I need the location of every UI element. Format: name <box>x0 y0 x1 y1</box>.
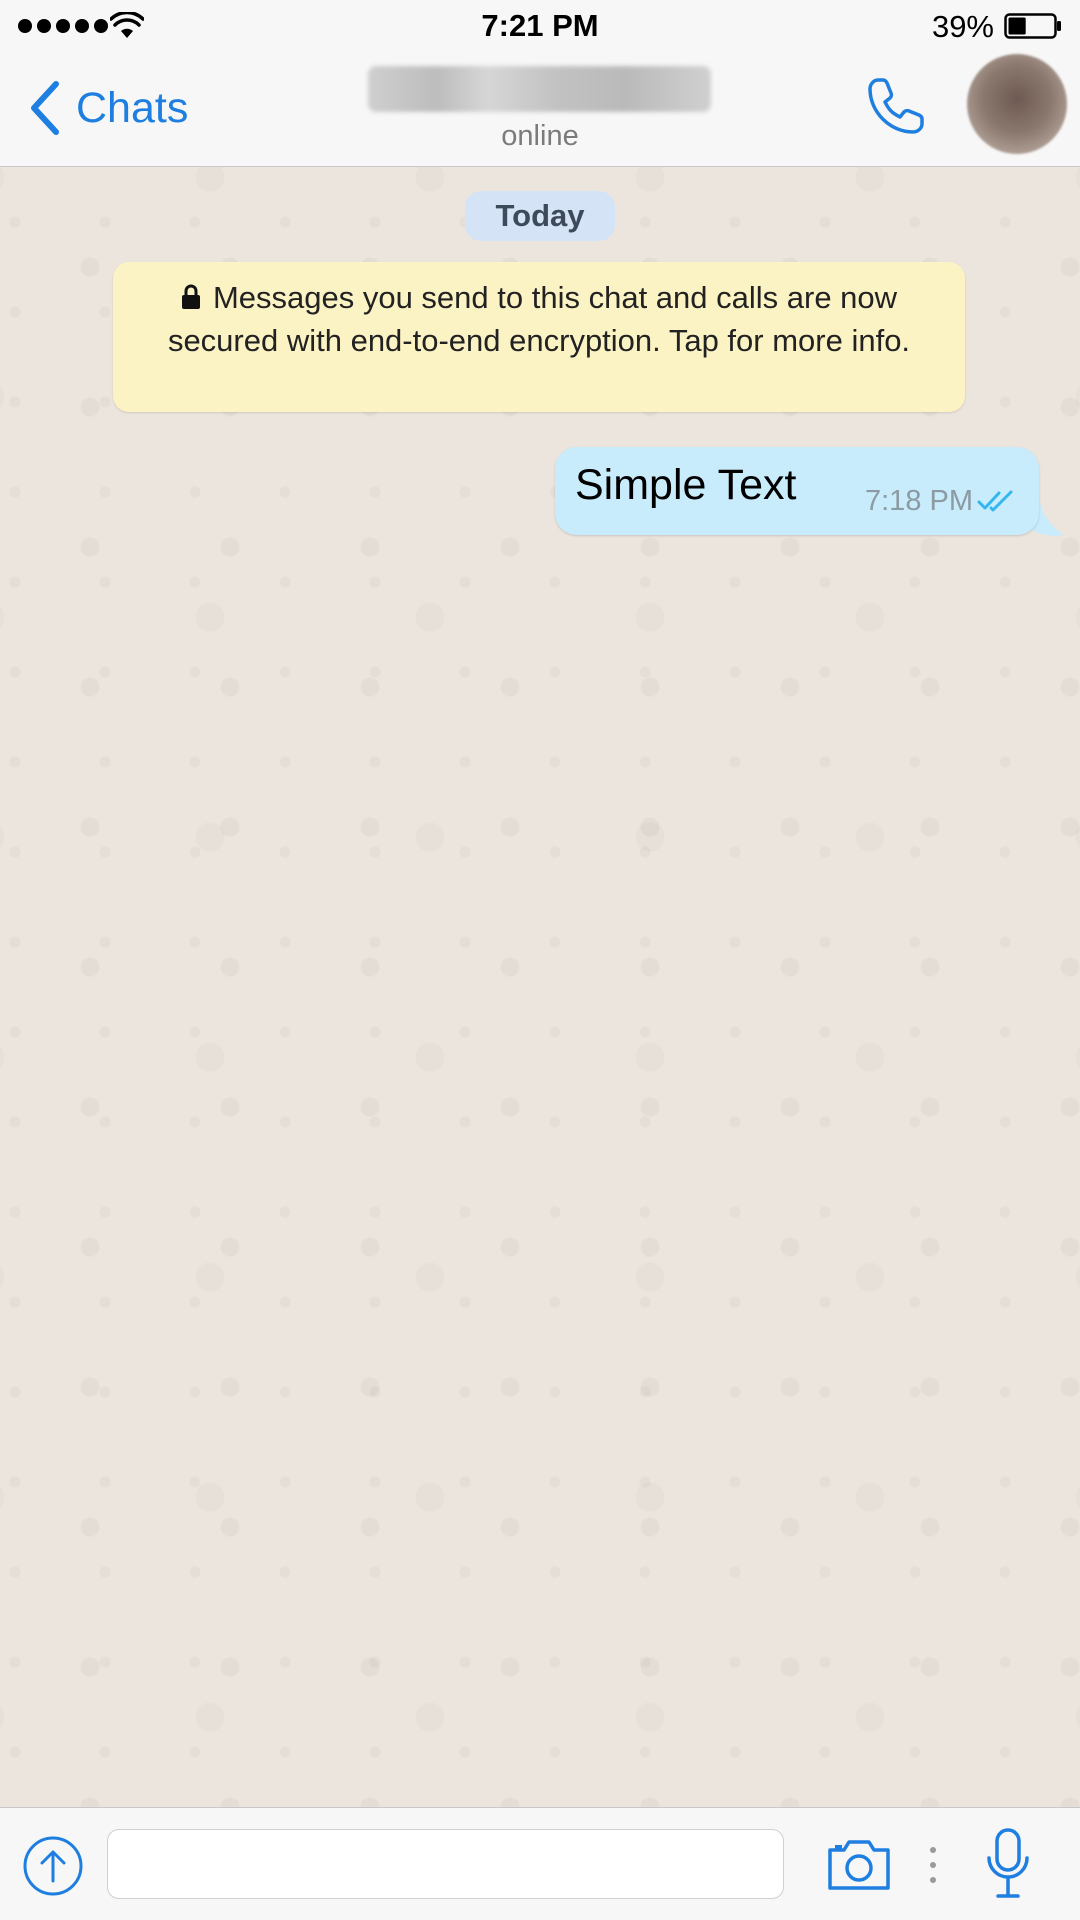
double-check-icon <box>977 490 1013 512</box>
microphone-icon[interactable] <box>985 1828 1031 1900</box>
phone-icon[interactable] <box>864 74 928 138</box>
message-text: Simple Text <box>575 461 797 509</box>
message-time: 7:18 PM <box>865 485 973 517</box>
status-time: 7:21 PM <box>481 8 599 43</box>
more-dots-icon[interactable] <box>928 1844 938 1886</box>
status-bar: 7:21 PM 39% <box>0 0 1080 54</box>
contact-name-redacted[interactable] <box>368 66 711 112</box>
message-input[interactable] <box>107 1829 784 1899</box>
attach-upload-icon[interactable] <box>22 1835 84 1897</box>
lock-icon <box>181 284 200 309</box>
input-bar <box>0 1807 1080 1920</box>
camera-icon[interactable] <box>826 1836 892 1892</box>
encryption-notice-text: Messages you send to this chat and calls… <box>167 280 911 358</box>
date-chip: Today <box>465 191 615 241</box>
battery-icon <box>1004 13 1061 39</box>
battery-percentage: 39% <box>931 9 994 44</box>
chat-screen: 7:21 PM 39% Chats online Today Messages … <box>0 0 1080 1920</box>
chat-area: Today Messages you send to this chat and… <box>0 167 1080 1807</box>
contact-avatar[interactable] <box>967 54 1067 154</box>
encryption-notice[interactable]: Messages you send to this chat and calls… <box>113 262 965 412</box>
outgoing-message[interactable]: Simple Text 7:18 PM <box>555 447 1039 535</box>
nav-bar: Chats online <box>0 54 1080 167</box>
